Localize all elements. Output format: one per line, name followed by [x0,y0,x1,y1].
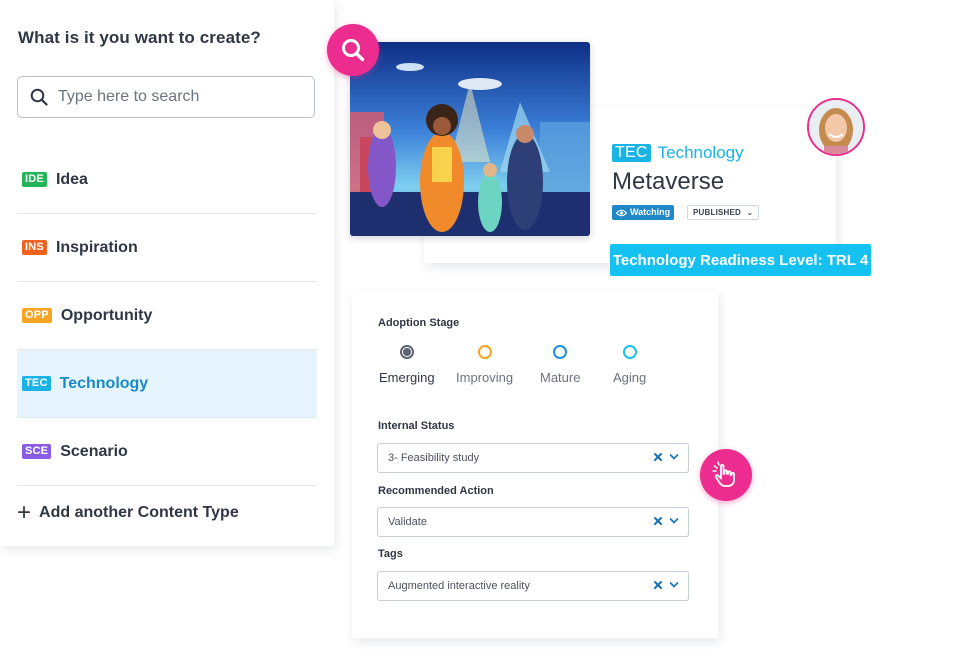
type-label: Scenario [60,442,128,460]
chevron-down-icon[interactable] [669,581,679,589]
content-type-panel: What is it you want to create? IDE Idea … [0,0,334,546]
search-icon [30,88,48,106]
content-type-technology[interactable]: TEC Technology [17,350,317,418]
trl-banner: Technology Readiness Level: TRL 4 [610,244,871,276]
tags-value: Augmented interactive reality [388,580,530,592]
search-input[interactable] [56,87,290,107]
clear-icon[interactable] [653,452,663,462]
metaverse-illustration [350,42,590,236]
stage-label: Mature [540,370,581,385]
tags-select[interactable]: Augmented interactive reality [377,571,689,601]
type-badge: IDE [22,172,47,187]
internal-status-select[interactable]: 3- Feasibility study [377,443,689,473]
stage-mature[interactable]: Mature [540,345,580,385]
chevron-down-icon[interactable] [669,517,679,525]
clear-icon[interactable] [653,580,663,590]
type-badge: INS [22,240,47,255]
stage-label: Improving [456,370,514,385]
published-status-dropdown[interactable]: PUBLISHED ⌄ [687,205,760,220]
card-type-label: Technology [657,143,744,162]
type-badge: SCE [22,444,52,459]
trl-label: Technology Readiness Level: TRL 4 [612,251,869,269]
add-content-type-label: Add another Content Type [39,504,239,521]
type-label: Inspiration [55,238,138,256]
internal-status-label: Internal Status [378,420,455,432]
user-avatar[interactable] [807,98,865,156]
published-label: PUBLISHED [693,208,742,217]
type-label: Opportunity [60,306,153,324]
recommended-action-label: Recommended Action [378,485,494,497]
card-type-badge: TEC [612,144,651,162]
content-type-list: IDE Idea INS Inspiration OPP Opportunity… [17,146,317,486]
content-type-scenario[interactable]: SCE Scenario [17,418,317,486]
hero-image [350,42,590,236]
content-type-opportunity[interactable]: OPP Opportunity [17,282,317,350]
eye-icon [616,209,627,216]
add-content-type-button[interactable]: + Add another Content Type [17,499,239,526]
watching-button[interactable]: Watching [612,205,675,220]
stage-label: Emerging [379,370,435,385]
content-type-idea[interactable]: IDE Idea [17,146,317,214]
card-title: Metaverse [612,168,725,195]
stage-emerging[interactable]: Emerging [379,345,435,385]
radio-icon [622,345,637,359]
chevron-down-icon[interactable] [669,453,679,461]
stage-improving[interactable]: Improving [456,345,513,385]
search-icon [342,39,365,62]
search-fab-button[interactable] [327,24,379,76]
tags-label: Tags [378,548,403,560]
internal-status-value: 3- Feasibility study [388,452,480,464]
stage-aging[interactable]: Aging [613,345,646,385]
type-label: Technology [59,374,149,392]
chevron-down-icon: ⌄ [746,208,754,217]
radio-selected-icon [399,345,414,359]
pointer-fab-button[interactable] [700,449,752,501]
avatar-photo [809,100,863,154]
type-badge: TEC [22,376,51,391]
recommended-action-value: Validate [388,516,427,528]
content-type-inspiration[interactable]: INS Inspiration [17,214,317,282]
card-type: TEC Technology [612,143,744,163]
radio-icon [477,345,492,359]
stage-label: Aging [613,370,647,385]
adoption-stage-label: Adoption Stage [378,317,460,329]
search-field[interactable] [17,76,315,118]
watching-label: Watching [630,207,671,217]
panel-title: What is it you want to create? [18,28,261,47]
radio-icon [553,345,568,359]
type-badge: OPP [22,308,52,323]
clear-icon[interactable] [653,516,663,526]
recommended-action-select[interactable]: Validate [377,507,689,537]
plus-icon: + [17,499,32,526]
type-label: Idea [55,170,88,188]
attributes-form: Adoption Stage Emerging Improving Mature… [352,292,718,638]
hand-pointer-icon [712,461,735,487]
